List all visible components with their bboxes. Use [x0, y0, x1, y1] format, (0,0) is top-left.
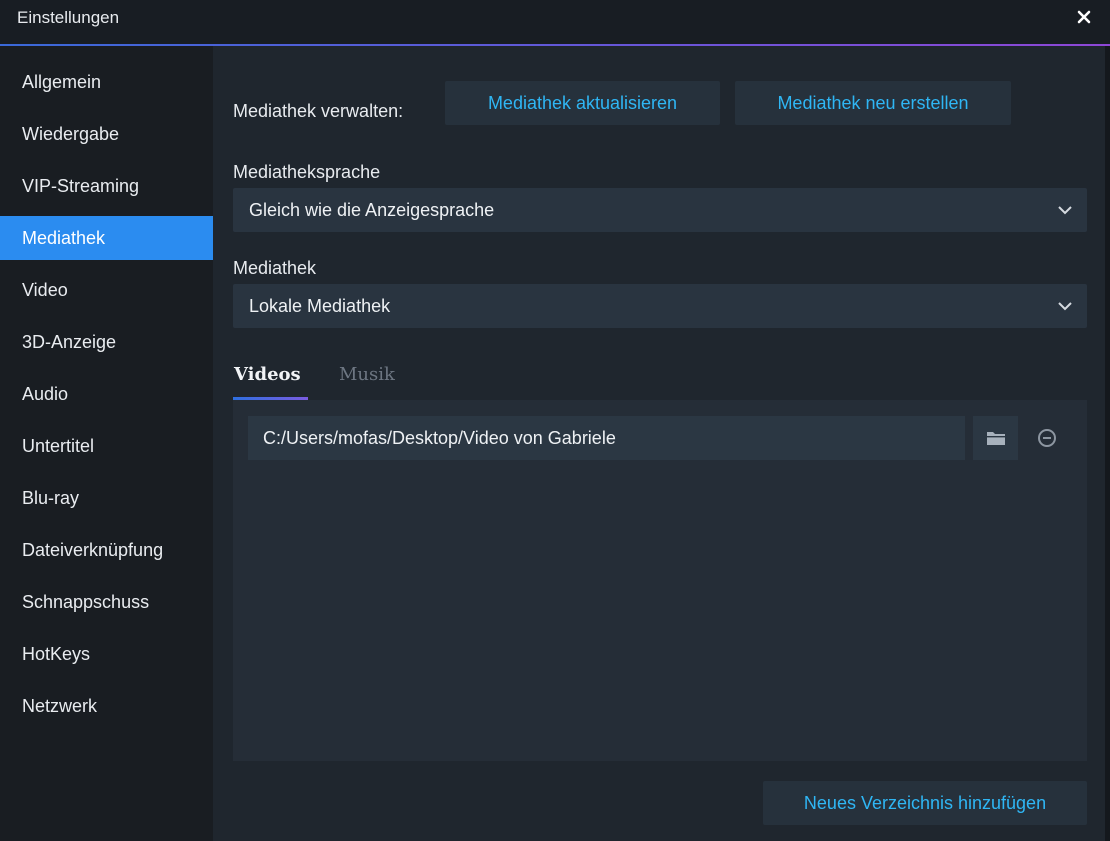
rebuild-library-button[interactable]: Mediathek neu erstellen: [735, 81, 1011, 125]
sidebar-item-video[interactable]: Video: [0, 268, 213, 312]
tab-videos[interactable]: Videos: [234, 364, 301, 385]
sidebar-item-vip-streaming[interactable]: VIP-Streaming: [0, 164, 213, 208]
sidebar-item-blu-ray[interactable]: Blu-ray: [0, 476, 213, 520]
sidebar-item-netzwerk[interactable]: Netzwerk: [0, 684, 213, 728]
remove-folder-button[interactable]: [1036, 427, 1058, 449]
sidebar-item-label: Allgemein: [22, 71, 102, 92]
sidebar-item-audio[interactable]: Audio: [0, 372, 213, 416]
sidebar-item-label: Wiedergabe: [22, 123, 120, 144]
chevron-down-icon: [1058, 206, 1072, 215]
close-icon: [1077, 10, 1091, 24]
folder-path-field[interactable]: C:/Users/mofas/Desktop/Video von Gabriel…: [248, 416, 965, 460]
sidebar-item-mediathek[interactable]: Mediathek: [0, 216, 213, 260]
sidebar-item-dateiverknuepfung[interactable]: Dateiverknüpfung: [0, 528, 213, 572]
library-language-label: Mediatheksprache: [233, 162, 381, 182]
sidebar: Allgemein Wiedergabe VIP-Streaming Media…: [0, 46, 213, 841]
sidebar-item-label: HotKeys: [22, 643, 91, 664]
settings-window: Einstellungen Allgemein Wiedergabe VIP-S…: [0, 0, 1110, 841]
folder-icon: [986, 432, 1005, 445]
title-bar: Einstellungen: [0, 0, 1110, 44]
sidebar-item-label: Untertitel: [22, 435, 95, 456]
remove-circle-icon: [1038, 429, 1056, 447]
tab-musik[interactable]: Musik: [339, 364, 395, 385]
sidebar-item-label: Netzwerk: [22, 695, 98, 716]
window-edge: [1105, 46, 1110, 841]
sidebar-item-label: VIP-Streaming: [22, 175, 140, 196]
browse-folder-button[interactable]: [973, 416, 1018, 460]
library-select[interactable]: Lokale Mediathek: [233, 284, 1087, 328]
library-language-value: Gleich wie die Anzeigesprache: [249, 199, 495, 220]
sidebar-item-hotkeys[interactable]: HotKeys: [0, 632, 213, 676]
folder-path: C:/Users/mofas/Desktop/Video von Gabriel…: [263, 427, 616, 448]
sidebar-item-wiedergabe[interactable]: Wiedergabe: [0, 112, 213, 156]
library-language-select[interactable]: Gleich wie die Anzeigesprache: [233, 188, 1087, 232]
sidebar-item-label: Video: [22, 279, 68, 300]
sidebar-item-label: 3D-Anzeige: [22, 331, 117, 352]
close-button[interactable]: [1072, 5, 1096, 29]
sidebar-item-allgemein[interactable]: Allgemein: [0, 60, 213, 104]
sidebar-item-untertitel[interactable]: Untertitel: [0, 424, 213, 468]
refresh-library-button[interactable]: Mediathek aktualisieren: [445, 81, 720, 125]
library-label: Mediathek: [233, 258, 317, 278]
sidebar-item-label: Schnappschuss: [22, 591, 150, 612]
sidebar-item-label: Mediathek: [22, 227, 106, 248]
folder-list: C:/Users/mofas/Desktop/Video von Gabriel…: [233, 400, 1087, 761]
library-value: Lokale Mediathek: [249, 295, 391, 316]
manage-library-label: Mediathek verwalten:: [233, 101, 404, 121]
add-folder-button[interactable]: Neues Verzeichnis hinzufügen: [763, 781, 1087, 825]
window-title: Einstellungen: [17, 8, 120, 27]
sidebar-item-label: Audio: [22, 383, 69, 404]
sidebar-item-schnappschuss[interactable]: Schnappschuss: [0, 580, 213, 624]
sidebar-item-label: Blu-ray: [22, 487, 80, 508]
sidebar-item-3d-anzeige[interactable]: 3D-Anzeige: [0, 320, 213, 364]
settings-content: Mediathek verwalten: Mediathek aktualisi…: [213, 46, 1110, 841]
chevron-down-icon: [1058, 302, 1072, 311]
sidebar-item-label: Dateiverknüpfung: [22, 539, 164, 560]
